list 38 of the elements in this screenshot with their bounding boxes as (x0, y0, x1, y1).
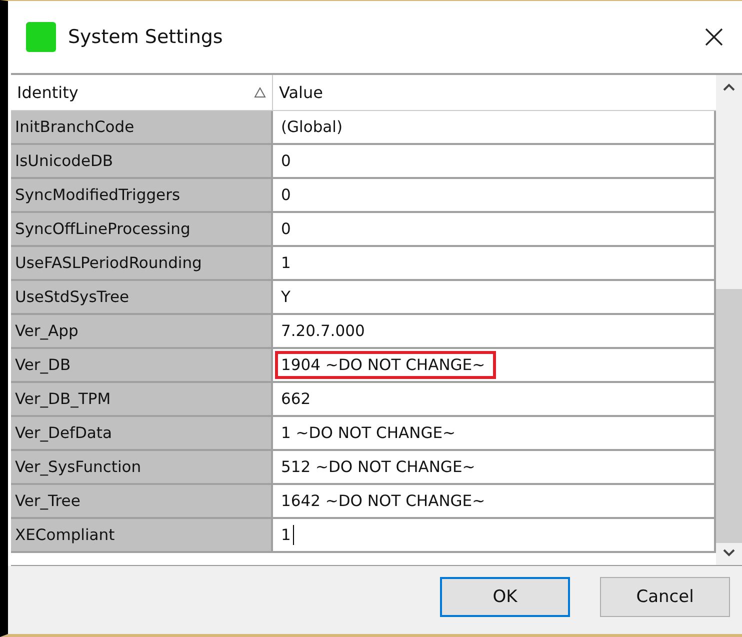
identity-cell: Ver_DefData (11, 417, 273, 451)
identity-cell: Ver_SysFunction (11, 451, 273, 485)
value-cell[interactable]: 1642 ~DO NOT CHANGE~ (273, 485, 716, 519)
identity-cell: Ver_DB (11, 349, 273, 383)
column-header-label: Value (279, 83, 323, 102)
value-cell[interactable]: 1 (273, 519, 716, 553)
identity-cell: Ver_Tree (11, 485, 273, 519)
value-cell[interactable]: 1 (273, 247, 716, 281)
window-title: System Settings (68, 26, 224, 48)
identity-cell: InitBranchCode (11, 111, 273, 145)
identity-cell: SyncModifiedTriggers (11, 179, 273, 213)
identity-cell: UseStdSysTree (11, 281, 273, 315)
value-cell[interactable]: 0 (273, 213, 716, 247)
identity-cell: Ver_App (11, 315, 273, 349)
column-header[interactable]: Identity (11, 75, 273, 110)
close-icon[interactable] (704, 27, 724, 47)
identity-cell: SyncOffLineProcessing (11, 213, 273, 247)
identity-cell: IsUnicodeDB (11, 145, 273, 179)
column-header-label: Identity (17, 83, 78, 102)
value-cell[interactable]: 512 ~DO NOT CHANGE~ (273, 451, 716, 485)
column-header[interactable]: Value (273, 75, 716, 110)
scroll-down-icon[interactable] (723, 549, 735, 557)
vertical-scrollbar[interactable] (716, 75, 742, 565)
value-cell[interactable]: 1 ~DO NOT CHANGE~ (273, 417, 716, 451)
identity-cell: UseFASLPeriodRounding (11, 247, 273, 281)
identity-cell: Ver_DB_TPM (11, 383, 273, 417)
identity-cell: XECompliant (11, 519, 273, 553)
value-cell[interactable]: 0 (273, 179, 716, 213)
cancel-button[interactable]: Cancel (600, 577, 730, 617)
value-cell[interactable]: 662 (273, 383, 716, 417)
ok-button[interactable]: OK (440, 577, 570, 617)
scroll-up-icon[interactable] (723, 83, 735, 91)
app-logo-icon (26, 22, 56, 52)
value-cell[interactable]: 1904 ~DO NOT CHANGE~ (273, 349, 716, 383)
value-cell[interactable]: 0 (273, 145, 716, 179)
value-cell[interactable]: 7.20.7.000 (273, 315, 716, 349)
value-cell[interactable]: (Global) (273, 111, 716, 145)
value-cell[interactable]: Y (273, 281, 716, 315)
